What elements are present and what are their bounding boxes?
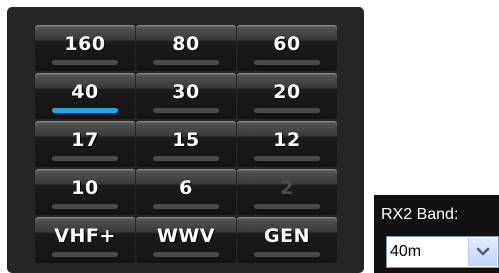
band-indicator	[254, 252, 320, 257]
band-indicator	[153, 204, 219, 209]
band-button-label: 80	[172, 33, 200, 55]
band-indicator	[254, 156, 320, 161]
band-button-label: 15	[172, 129, 200, 151]
band-button-15[interactable]: 15	[136, 121, 236, 167]
rx2-band-label: RX2 Band:	[381, 206, 459, 223]
band-indicator	[153, 156, 219, 161]
band-button-vhf[interactable]: VHF+	[35, 217, 135, 263]
band-button-label: 30	[172, 81, 200, 103]
chevron-down-icon[interactable]	[468, 238, 497, 266]
band-button-label: 40	[71, 81, 99, 103]
band-indicator	[153, 252, 219, 257]
band-button-label: GEN	[264, 225, 310, 247]
band-button-20[interactable]: 20	[237, 73, 337, 119]
band-button-80[interactable]: 80	[136, 25, 236, 71]
band-button-label: VHF+	[54, 225, 116, 247]
band-button-10[interactable]: 10	[35, 169, 135, 215]
band-button-2[interactable]: 2	[237, 169, 337, 215]
band-indicator	[52, 108, 118, 113]
rx2-band-group: RX2 Band: 40m	[374, 195, 499, 273]
rx2-band-value: 40m	[390, 243, 422, 260]
band-button-wwv[interactable]: WWV	[136, 217, 236, 263]
band-indicator	[52, 204, 118, 209]
band-indicator	[52, 156, 118, 161]
band-button-12[interactable]: 12	[237, 121, 337, 167]
band-indicator	[254, 60, 320, 65]
band-indicator	[254, 204, 320, 209]
band-indicator	[52, 252, 118, 257]
rx2-band-dropdown[interactable]: 40m	[386, 236, 499, 268]
band-button-160[interactable]: 160	[35, 25, 135, 71]
band-button-60[interactable]: 60	[237, 25, 337, 71]
band-button-gen[interactable]: GEN	[237, 217, 337, 263]
band-indicator	[52, 60, 118, 65]
band-button-label: 20	[273, 81, 301, 103]
band-button-grid: 160 80 60 40 30 20 17 15 12 10 6 2 VHF+ …	[35, 25, 337, 263]
band-indicator	[254, 108, 320, 113]
band-button-label: WWV	[156, 225, 216, 247]
band-button-label: 2	[280, 177, 294, 199]
band-button-30[interactable]: 30	[136, 73, 236, 119]
band-button-6[interactable]: 6	[136, 169, 236, 215]
band-button-label: 60	[273, 33, 301, 55]
band-button-40[interactable]: 40	[35, 73, 135, 119]
band-button-label: 6	[179, 177, 193, 199]
band-indicator	[153, 108, 219, 113]
band-indicator	[153, 60, 219, 65]
band-selector-panel: 160 80 60 40 30 20 17 15 12 10 6 2 VHF+ …	[7, 7, 364, 273]
band-button-label: 17	[71, 129, 99, 151]
band-button-label: 10	[71, 177, 99, 199]
band-button-17[interactable]: 17	[35, 121, 135, 167]
band-button-label: 12	[273, 129, 301, 151]
band-button-label: 160	[64, 33, 106, 55]
